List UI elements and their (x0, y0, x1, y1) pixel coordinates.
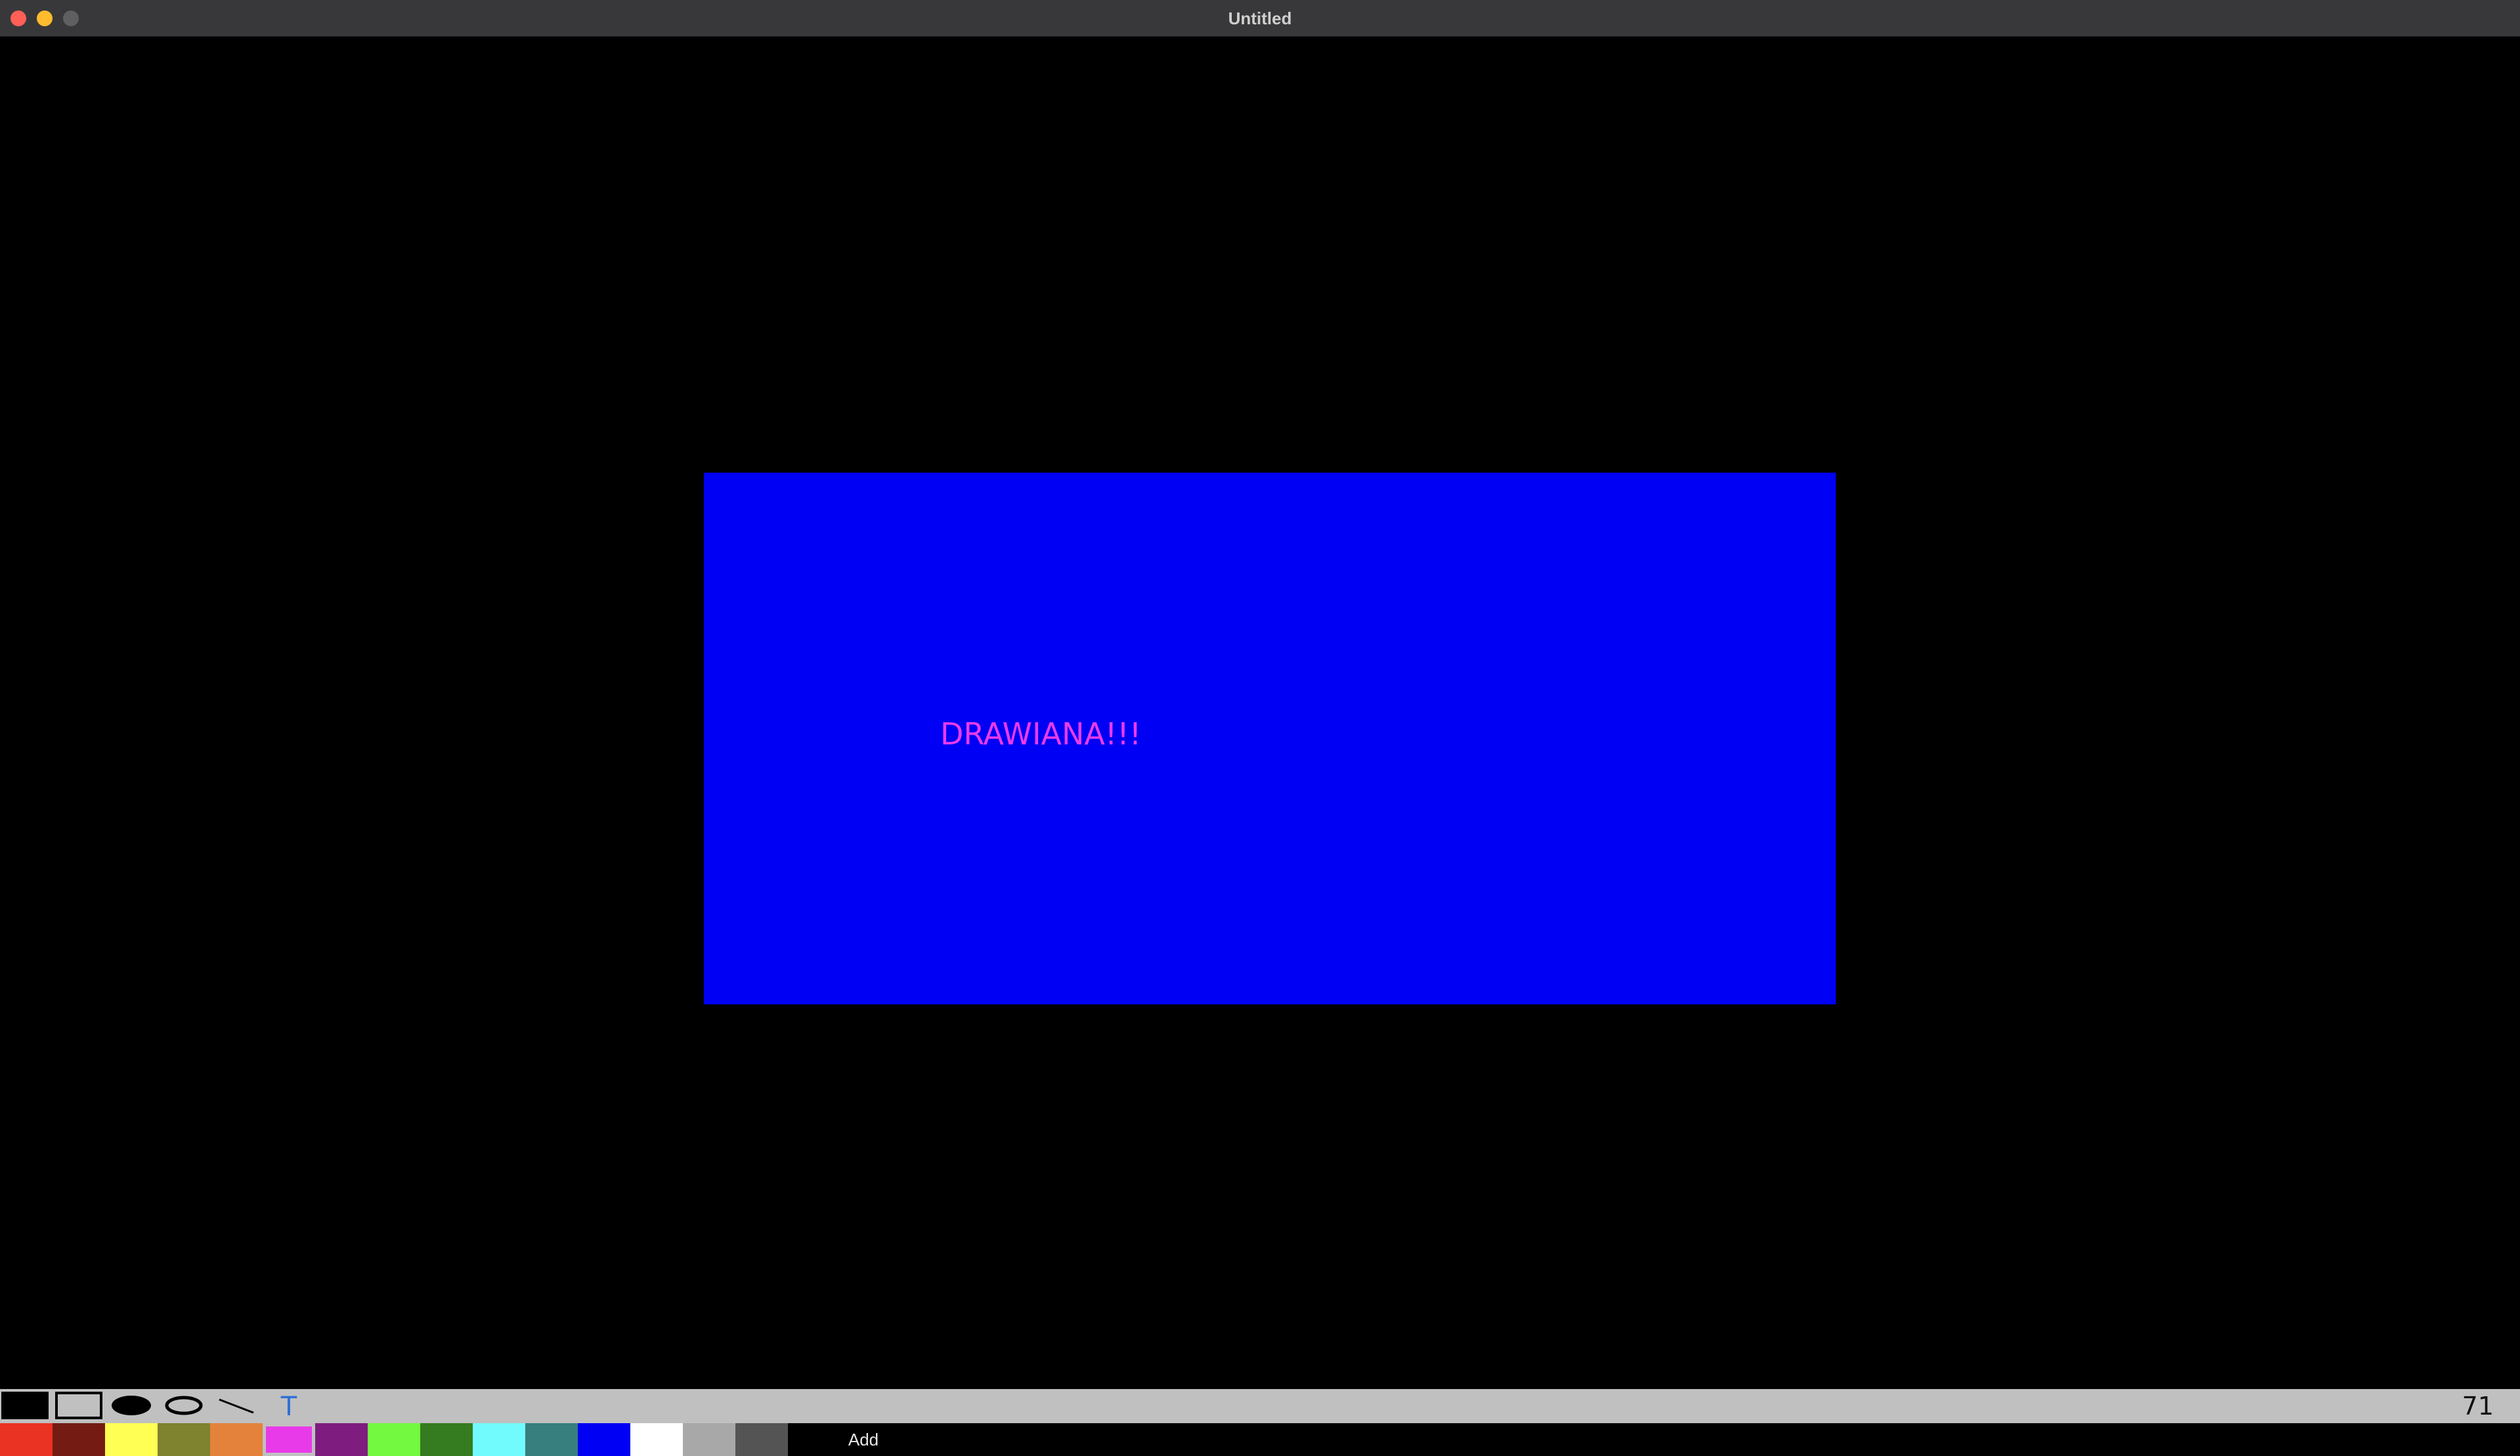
palette-swatch[interactable] (473, 1423, 525, 1456)
palette-swatch[interactable] (0, 1423, 53, 1456)
palette-swatch[interactable] (368, 1423, 420, 1456)
counter-readout: 71 (2462, 1392, 2494, 1421)
filled-square-icon (1, 1392, 49, 1419)
tool-bar: T 71 (0, 1389, 2520, 1423)
palette-swatch[interactable] (683, 1423, 735, 1456)
svg-text:T: T (280, 1392, 297, 1421)
palette-swatch[interactable] (578, 1423, 630, 1456)
rectangle-outline-icon (55, 1392, 102, 1419)
text-tool-icon: T (280, 1392, 297, 1421)
blue-rectangle-shape[interactable] (704, 473, 1836, 1004)
filled-ellipse-icon (112, 1396, 151, 1415)
palette-swatch[interactable] (420, 1423, 473, 1456)
palette-swatch[interactable] (263, 1423, 315, 1456)
filled-ellipse-tool[interactable] (105, 1390, 158, 1421)
ellipse-tool[interactable] (158, 1390, 210, 1421)
palette-swatch[interactable] (735, 1423, 788, 1456)
fill-color-tool[interactable] (0, 1390, 53, 1421)
palette-swatch[interactable] (210, 1423, 263, 1456)
palette-swatch[interactable] (53, 1423, 105, 1456)
palette-swatch[interactable] (105, 1423, 158, 1456)
palette-swatch[interactable] (525, 1423, 578, 1456)
text-tool[interactable]: T (263, 1390, 315, 1421)
line-tool[interactable] (210, 1390, 263, 1421)
canvas-text-shape[interactable]: DRAWIANA!!! (940, 714, 1141, 754)
add-button[interactable]: Add (827, 1423, 900, 1456)
title-bar[interactable]: Untitled (0, 0, 2520, 37)
palette-swatch[interactable] (315, 1423, 368, 1456)
palette-swatch[interactable] (158, 1423, 210, 1456)
ellipse-outline-icon (165, 1396, 203, 1415)
rectangle-tool[interactable] (53, 1390, 105, 1421)
app-window: Untitled DRAWIANA!!! T 71 Add (0, 0, 2520, 1456)
window-title: Untitled (1228, 9, 1292, 28)
palette-swatch[interactable] (630, 1423, 683, 1456)
color-palette: Add (0, 1423, 2520, 1456)
drawing-canvas[interactable]: DRAWIANA!!! (0, 37, 2520, 1389)
line-icon (219, 1398, 254, 1414)
